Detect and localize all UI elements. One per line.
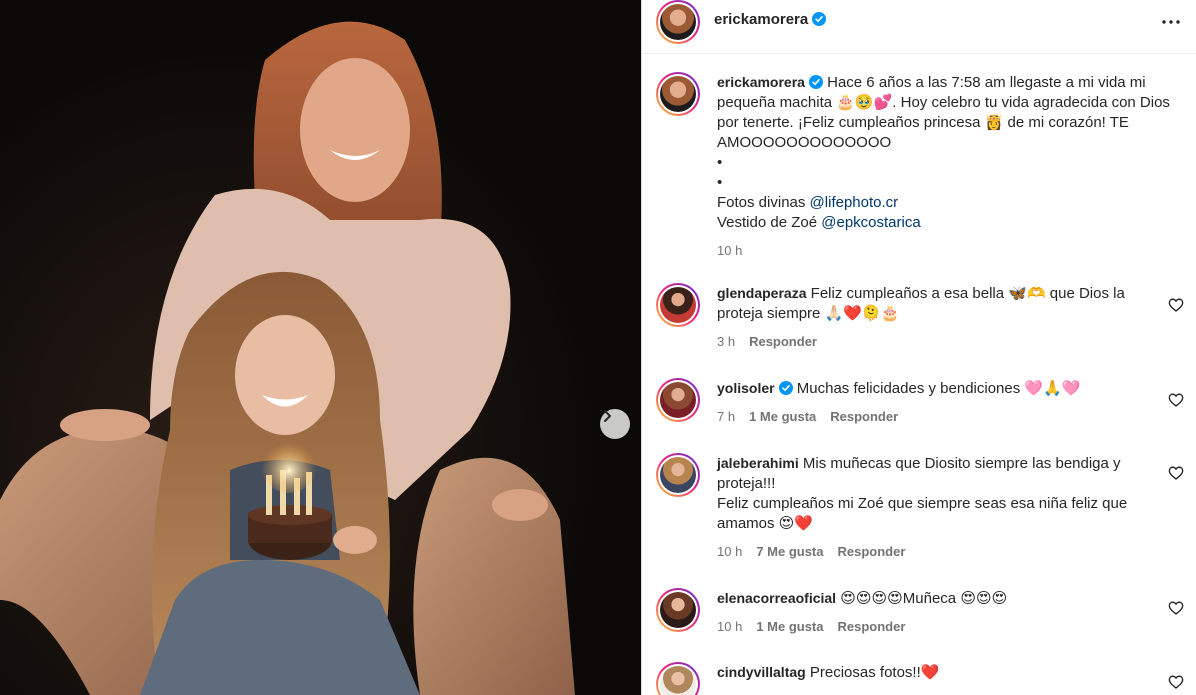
comment-time[interactable]: 3 h	[717, 332, 735, 352]
comment-text: Feliz cumpleaños mi Zoé que siempre seas…	[717, 495, 1128, 532]
comment-meta: 10 h 1 Me gusta Responder	[717, 617, 1157, 637]
reply-button[interactable]: Responder	[838, 542, 906, 562]
comment-time[interactable]: 10 h	[717, 617, 742, 637]
like-comment-button[interactable]	[1168, 392, 1184, 408]
photo-illustration	[0, 0, 641, 695]
caption-bullet: •	[717, 174, 723, 191]
verified-badge-icon	[808, 75, 823, 89]
caption-dress-label: Vestido de Zoé	[717, 214, 822, 231]
next-photo-button[interactable]	[600, 409, 630, 439]
comment-avatar[interactable]	[656, 453, 700, 497]
comment-username[interactable]: elenacorreaoficial	[717, 590, 836, 606]
comment-avatar[interactable]	[656, 283, 700, 327]
heart-outline-icon	[1168, 393, 1184, 407]
caption-bullet: •	[717, 154, 723, 171]
mention-link[interactable]: @lifephoto.cr	[810, 194, 899, 211]
comment-text: 😍😍😍😍Muñeca 😍😍😍	[840, 590, 1008, 607]
heart-outline-icon	[1168, 675, 1184, 689]
like-comment-button[interactable]	[1168, 674, 1184, 690]
comment-meta: 3 h Responder	[717, 332, 1157, 352]
post-photo	[0, 0, 641, 695]
heart-outline-icon	[1168, 298, 1184, 312]
comment-body: elenacorreaoficial 😍😍😍😍Muñeca 😍😍😍 10 h 1…	[717, 588, 1157, 637]
comment-username[interactable]: jaleberahimi	[717, 455, 799, 471]
comment-body: cindyvillaltag Preciosas fotos!!❤️	[717, 662, 1157, 683]
comment-meta: 7 h 1 Me gusta Responder	[717, 407, 1157, 427]
comment-likes[interactable]: 7 Me gusta	[756, 542, 823, 562]
caption-photos-label: Fotos divinas	[717, 194, 810, 211]
like-comment-button[interactable]	[1168, 600, 1184, 616]
caption-body: erickamorera Hace 6 años a las 7:58 am l…	[717, 72, 1187, 261]
comment-text: Preciosas fotos!!❤️	[809, 664, 940, 681]
caption-avatar[interactable]	[656, 72, 700, 116]
heart-outline-icon	[1168, 601, 1184, 615]
reply-button[interactable]: Responder	[830, 407, 898, 427]
comment-time[interactable]: 10 h	[717, 542, 742, 562]
comment-likes[interactable]: 1 Me gusta	[756, 617, 823, 637]
comment-body: jaleberahimi Mis muñecas que Diosito sie…	[717, 453, 1157, 562]
comment-avatar[interactable]	[656, 588, 700, 632]
post-header: erickamorera	[642, 0, 1196, 54]
verified-badge-icon	[812, 12, 827, 26]
more-options-icon	[1162, 20, 1180, 24]
mention-link[interactable]: @epkcostarica	[821, 214, 920, 231]
chevron-right-icon	[604, 410, 611, 422]
author-username-text[interactable]: erickamorera	[714, 11, 808, 28]
reply-button[interactable]: Responder	[838, 617, 906, 637]
comment-avatar[interactable]	[656, 662, 700, 695]
more-options-button[interactable]	[1159, 10, 1183, 34]
verified-badge-icon	[778, 381, 793, 395]
author-avatar[interactable]	[656, 0, 700, 44]
author-username[interactable]: erickamorera	[714, 11, 827, 28]
comment-time[interactable]: 7 h	[717, 407, 735, 427]
comment-username[interactable]: yolisoler	[717, 380, 775, 396]
comment-avatar[interactable]	[656, 378, 700, 422]
caption-username[interactable]: erickamorera	[717, 74, 805, 90]
comment-text: Muchas felicidades y bendiciones 🩷🙏🩷	[796, 380, 1081, 397]
comment-username[interactable]: cindyvillaltag	[717, 664, 806, 680]
caption-timestamp[interactable]: 10 h	[717, 241, 1187, 261]
comment-body: yolisoler Muchas felicidades y bendicion…	[717, 378, 1157, 427]
post-side-panel: erickamorera erickamorera Hace 6 años a …	[641, 0, 1196, 695]
comment-meta: 10 h 7 Me gusta Responder	[717, 542, 1157, 562]
like-comment-button[interactable]	[1168, 465, 1184, 481]
like-comment-button[interactable]	[1168, 297, 1184, 313]
comment-body: glendaperaza Feliz cumpleaños a esa bell…	[717, 283, 1157, 352]
comment-username[interactable]: glendaperaza	[717, 285, 806, 301]
reply-button[interactable]: Responder	[749, 332, 817, 352]
comment-likes[interactable]: 1 Me gusta	[749, 407, 816, 427]
heart-outline-icon	[1168, 466, 1184, 480]
